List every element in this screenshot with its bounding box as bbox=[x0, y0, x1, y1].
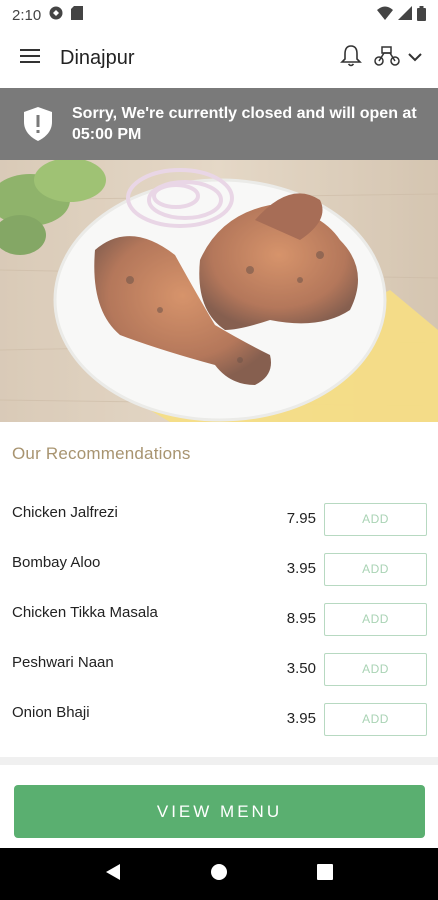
status-bar: 2:10 bbox=[0, 0, 438, 30]
battery-icon bbox=[417, 5, 426, 25]
system-nav-bar bbox=[0, 848, 438, 900]
menu-icon bbox=[20, 48, 40, 69]
app-bar: Dinajpur bbox=[0, 30, 438, 86]
page-title: Dinajpur bbox=[60, 46, 135, 69]
recents-button[interactable] bbox=[305, 854, 345, 894]
add-button[interactable]: ADD bbox=[324, 603, 427, 636]
item-price: 8.95 bbox=[286, 610, 316, 627]
item-price: 7.95 bbox=[286, 510, 316, 527]
delivery-mode-selector[interactable] bbox=[372, 45, 422, 72]
item-price: 3.95 bbox=[286, 710, 316, 727]
item-name: Onion Bhaji bbox=[12, 704, 90, 721]
delivery-scooter-icon bbox=[372, 45, 402, 72]
list-item: Onion Bhaji 3.95 ADD bbox=[0, 694, 438, 744]
closed-message: Sorry, We're currently closed and will o… bbox=[72, 105, 417, 143]
shield-alert-icon bbox=[22, 106, 54, 142]
item-name: Chicken Jalfrezi bbox=[12, 504, 118, 521]
list-item: Bombay Aloo 3.95 ADD bbox=[0, 544, 438, 594]
add-button[interactable]: ADD bbox=[324, 503, 427, 536]
home-button[interactable] bbox=[199, 854, 239, 894]
menu-button[interactable] bbox=[16, 44, 44, 72]
back-button[interactable] bbox=[93, 854, 133, 894]
item-price: 3.95 bbox=[286, 560, 316, 577]
section-divider bbox=[0, 757, 438, 765]
chevron-down-icon bbox=[408, 49, 422, 67]
hero-food-image bbox=[0, 160, 438, 422]
wifi-icon bbox=[377, 6, 393, 24]
add-button[interactable]: ADD bbox=[324, 703, 427, 736]
signal-icon bbox=[398, 6, 412, 24]
back-icon bbox=[105, 863, 121, 886]
sd-card-icon bbox=[71, 6, 84, 24]
notification-icon bbox=[49, 6, 63, 24]
recommendations-title: Our Recommendations bbox=[12, 444, 191, 463]
closed-banner: Sorry, We're currently closed and will o… bbox=[0, 88, 438, 160]
add-button[interactable]: ADD bbox=[324, 553, 427, 586]
item-price: 3.50 bbox=[286, 660, 316, 677]
view-menu-button[interactable]: VIEW MENU bbox=[14, 785, 425, 838]
list-item: Chicken Tikka Masala 8.95 ADD bbox=[0, 594, 438, 644]
status-time: 2:10 bbox=[12, 6, 42, 24]
list-item: Peshwari Naan 3.50 ADD bbox=[0, 644, 438, 694]
list-item: Chicken Jalfrezi 7.95 ADD bbox=[0, 494, 438, 544]
bell-icon[interactable] bbox=[340, 44, 362, 73]
add-button[interactable]: ADD bbox=[324, 653, 427, 686]
item-name: Chicken Tikka Masala bbox=[12, 604, 158, 621]
recents-icon bbox=[317, 863, 333, 885]
home-icon bbox=[210, 863, 228, 886]
recommendations-list: Chicken Jalfrezi 7.95 ADD Bombay Aloo 3.… bbox=[0, 494, 438, 744]
item-name: Bombay Aloo bbox=[12, 554, 101, 571]
item-name: Peshwari Naan bbox=[12, 654, 114, 671]
